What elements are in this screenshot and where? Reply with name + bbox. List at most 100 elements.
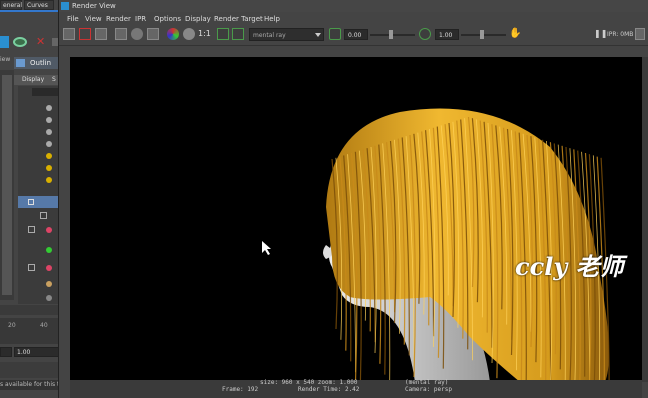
gamma-field[interactable]: 1.00 bbox=[435, 29, 459, 40]
menu-ipr[interactable]: IPR bbox=[135, 13, 146, 25]
menu-help[interactable]: Help bbox=[264, 13, 280, 25]
ipr-memory: IPR: 0MB bbox=[607, 31, 634, 38]
ipr-options-icon[interactable] bbox=[635, 28, 645, 40]
help-line: s available for this to bbox=[0, 380, 62, 390]
alpha-channel-icon[interactable] bbox=[183, 28, 195, 40]
status-render-time: Render Time: 2.42 bbox=[298, 386, 360, 393]
list-item[interactable] bbox=[18, 102, 62, 114]
redo-render-icon[interactable] bbox=[63, 28, 75, 40]
list-item[interactable] bbox=[18, 174, 62, 186]
hair-system-icon bbox=[46, 247, 52, 253]
list-item[interactable] bbox=[18, 244, 62, 256]
exposure-slider-knob[interactable] bbox=[389, 30, 393, 39]
list-item[interactable] bbox=[18, 210, 62, 222]
hand-icon[interactable]: ✋ bbox=[509, 28, 521, 40]
expand-icon[interactable] bbox=[28, 226, 35, 233]
light-icon bbox=[46, 153, 52, 159]
ratio-label[interactable]: 1:1 bbox=[198, 28, 214, 40]
renderer-dropdown[interactable]: mental ray bbox=[249, 28, 324, 41]
range-slider[interactable] bbox=[0, 362, 62, 378]
snapshot-icon[interactable] bbox=[95, 28, 107, 40]
timeline-tick: 40 bbox=[40, 322, 48, 329]
outliner-titlebar[interactable]: Outlin bbox=[14, 57, 62, 69]
vertical-scrollbar[interactable] bbox=[642, 57, 648, 382]
mesh-icon bbox=[46, 265, 52, 271]
view-label: iew bbox=[0, 56, 11, 63]
camera-icon bbox=[46, 141, 52, 147]
list-item[interactable] bbox=[18, 126, 62, 138]
display-menu[interactable]: Display bbox=[22, 75, 44, 85]
close-icon[interactable]: ✕ bbox=[36, 36, 45, 48]
keep-image-icon[interactable] bbox=[217, 28, 229, 40]
menu-view[interactable]: View bbox=[85, 13, 102, 25]
remove-image-icon[interactable] bbox=[232, 28, 244, 40]
search-field[interactable] bbox=[32, 88, 58, 96]
status-renderer: (mental ray) bbox=[405, 379, 449, 386]
render-status-area: size: 960 x 540 zoom: 1.000 (mental ray)… bbox=[70, 379, 642, 398]
menubar: File View Render IPR Options Display Ren… bbox=[59, 13, 648, 25]
exposure-field[interactable]: 0.00 bbox=[344, 29, 368, 40]
eye-icon[interactable] bbox=[13, 37, 27, 47]
gamma-icon[interactable] bbox=[419, 28, 431, 40]
expand-icon[interactable] bbox=[28, 264, 35, 271]
list-item[interactable] bbox=[18, 138, 62, 150]
list-item[interactable] bbox=[18, 224, 62, 236]
scroll-track[interactable] bbox=[2, 75, 12, 295]
timeline[interactable]: 20 40 bbox=[0, 318, 62, 344]
window-titlebar[interactable]: Render View bbox=[59, 0, 648, 12]
gamma-slider-knob[interactable] bbox=[480, 30, 484, 39]
menu-file[interactable]: File bbox=[67, 13, 79, 25]
rgb-channel-icon[interactable] bbox=[167, 28, 179, 40]
nucleus-icon bbox=[46, 281, 52, 287]
exposure-icon[interactable] bbox=[329, 28, 341, 40]
list-item[interactable] bbox=[18, 292, 62, 304]
camera-icon bbox=[46, 105, 52, 111]
renderer-value: mental ray bbox=[253, 32, 286, 39]
camera-icon bbox=[46, 117, 52, 123]
light-icon bbox=[46, 165, 52, 171]
tab-curves[interactable]: Curves bbox=[24, 0, 54, 10]
chevron-down-icon bbox=[315, 33, 321, 37]
left-scroll-strip[interactable] bbox=[0, 70, 14, 300]
pause-icon[interactable]: ❚❚ bbox=[594, 28, 607, 40]
outliner-hscroll[interactable] bbox=[0, 305, 62, 315]
status-camera: Camera: persp bbox=[405, 386, 452, 393]
refresh-icon[interactable] bbox=[131, 28, 143, 40]
status-size: size: 960 x 540 zoom: 1.000 bbox=[260, 379, 358, 386]
watermark-text: ccly 老师 bbox=[515, 252, 624, 281]
list-item-selected[interactable] bbox=[18, 196, 62, 208]
menu-options[interactable]: Options bbox=[154, 13, 181, 25]
expand-icon[interactable] bbox=[40, 212, 47, 219]
window-title: Render View bbox=[72, 2, 116, 10]
start-field[interactable] bbox=[0, 347, 12, 357]
list-item[interactable] bbox=[18, 114, 62, 126]
light-icon bbox=[46, 177, 52, 183]
render-toolbar: 1:1 mental ray 0.00 1.00 ✋ ❚❚ IPR: 0MB bbox=[59, 25, 648, 46]
shelf-icon-1[interactable] bbox=[0, 36, 9, 48]
frame-field[interactable]: 1.00 bbox=[14, 347, 60, 357]
list-item[interactable] bbox=[18, 162, 62, 174]
maya-icon bbox=[61, 2, 69, 10]
ipr-render-icon[interactable] bbox=[79, 28, 91, 40]
show-menu[interactable]: S bbox=[52, 75, 56, 85]
camera-icon bbox=[46, 129, 52, 135]
render-canvas[interactable]: ccly 老师 bbox=[70, 57, 642, 382]
menu-render-target[interactable]: Render Target bbox=[214, 13, 263, 25]
mesh-icon bbox=[46, 227, 52, 233]
menu-display[interactable]: Display bbox=[185, 13, 211, 25]
outliner-icon bbox=[16, 59, 25, 67]
expand-icon[interactable] bbox=[28, 199, 34, 205]
outliner-menubar: Display S bbox=[14, 75, 62, 85]
maya-left-panel: eneral Curves ✕ iew Outlin Display S 20 bbox=[0, 0, 62, 398]
menu-render[interactable]: Render bbox=[106, 13, 131, 25]
grid-icon[interactable] bbox=[147, 28, 159, 40]
list-item[interactable] bbox=[18, 262, 62, 274]
timeline-tick: 20 bbox=[8, 322, 16, 329]
outliner-list bbox=[18, 86, 62, 304]
tab-general[interactable]: eneral bbox=[0, 0, 22, 10]
list-item[interactable] bbox=[18, 278, 62, 290]
list-item[interactable] bbox=[18, 150, 62, 162]
outliner-title: Outlin bbox=[30, 59, 52, 67]
render-region-icon[interactable] bbox=[115, 28, 127, 40]
mouse-cursor bbox=[262, 241, 271, 255]
